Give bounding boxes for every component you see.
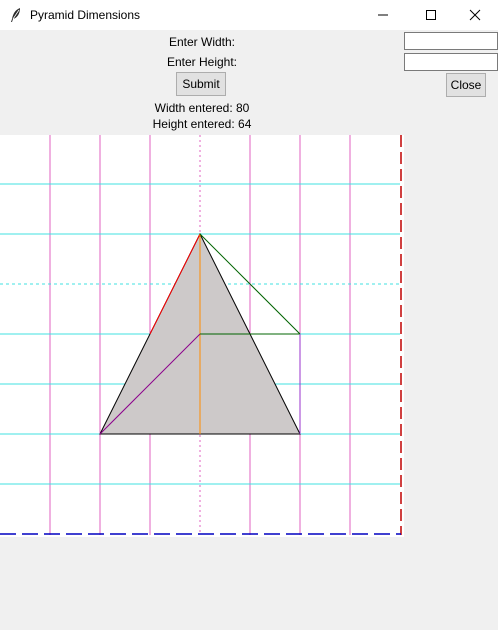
minimize-icon <box>378 14 388 16</box>
maximize-button[interactable] <box>408 0 454 30</box>
close-window-button[interactable] <box>452 0 498 30</box>
pyramid-canvas <box>0 135 404 537</box>
minimize-button[interactable] <box>360 0 406 30</box>
pyramid-drawing <box>0 135 402 535</box>
height-entered-label: Height entered: 64 <box>152 117 252 131</box>
width-input[interactable] <box>404 32 498 50</box>
width-entered-label: Width entered: 80 <box>154 101 250 115</box>
width-label: Enter Width: <box>168 35 236 49</box>
height-input[interactable] <box>404 53 498 71</box>
submit-button[interactable]: Submit <box>176 72 226 96</box>
feather-icon <box>8 7 24 23</box>
title-bar[interactable]: Pyramid Dimensions <box>0 0 498 30</box>
maximize-icon <box>426 10 436 20</box>
app-window: Pyramid Dimensions Enter Width: Enter He… <box>0 0 498 630</box>
height-label: Enter Height: <box>166 55 238 69</box>
close-button[interactable]: Close <box>446 73 486 97</box>
window-title: Pyramid Dimensions <box>30 8 141 22</box>
close-icon <box>469 9 481 21</box>
